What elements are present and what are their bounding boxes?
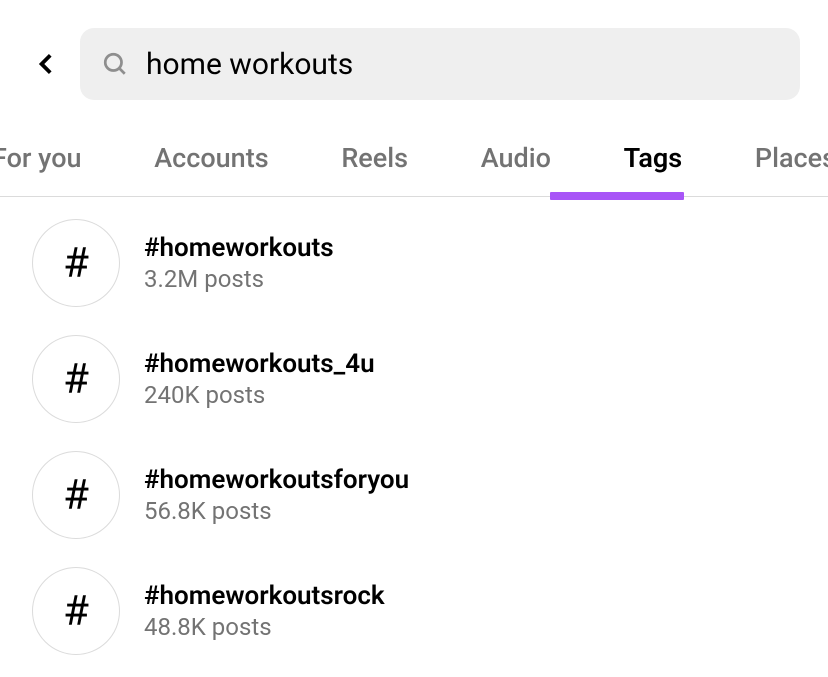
result-count: 240K posts <box>144 381 375 409</box>
tab-reels[interactable]: Reels <box>341 130 408 196</box>
search-input[interactable] <box>146 47 778 82</box>
tab-indicator <box>550 192 684 200</box>
tab-accounts[interactable]: Accounts <box>154 130 268 196</box>
tab-tags[interactable]: Tags <box>624 130 682 196</box>
search-box[interactable] <box>80 28 800 100</box>
search-header <box>0 0 828 112</box>
tab-places[interactable]: Places <box>755 130 828 196</box>
result-text: #homeworkoutsrock 48.8K posts <box>144 581 385 641</box>
result-item[interactable]: # #homeworkouts_4u 240K posts <box>0 321 828 437</box>
result-name: #homeworkouts_4u <box>144 349 375 379</box>
tab-audio[interactable]: Audio <box>481 130 551 196</box>
hashtag-icon: # <box>32 219 120 307</box>
results-list: # #homeworkouts 3.2M posts # #homeworkou… <box>0 197 828 677</box>
result-count: 56.8K posts <box>144 497 409 525</box>
result-item[interactable]: # #homeworkoutsforyou 56.8K posts <box>0 437 828 553</box>
hashtag-icon: # <box>32 335 120 423</box>
hashtag-icon: # <box>32 567 120 655</box>
result-count: 3.2M posts <box>144 265 334 293</box>
result-name: #homeworkoutsrock <box>144 581 385 611</box>
result-count: 48.8K posts <box>144 613 385 641</box>
result-name: #homeworkouts <box>144 233 334 263</box>
result-text: #homeworkouts_4u 240K posts <box>144 349 375 409</box>
result-item[interactable]: # #homeworkoutsrock 48.8K posts <box>0 553 828 669</box>
chevron-left-icon <box>34 51 60 77</box>
result-text: #homeworkouts 3.2M posts <box>144 233 334 293</box>
result-item[interactable]: # #homeworkouts 3.2M posts <box>0 205 828 321</box>
search-icon <box>102 51 128 77</box>
result-name: #homeworkoutsforyou <box>144 465 409 495</box>
back-button[interactable] <box>28 45 66 83</box>
hashtag-icon: # <box>32 451 120 539</box>
tabs-bar: For you Accounts Reels Audio Tags Places <box>0 112 828 197</box>
tab-for-you[interactable]: For you <box>0 130 82 196</box>
result-text: #homeworkoutsforyou 56.8K posts <box>144 465 409 525</box>
